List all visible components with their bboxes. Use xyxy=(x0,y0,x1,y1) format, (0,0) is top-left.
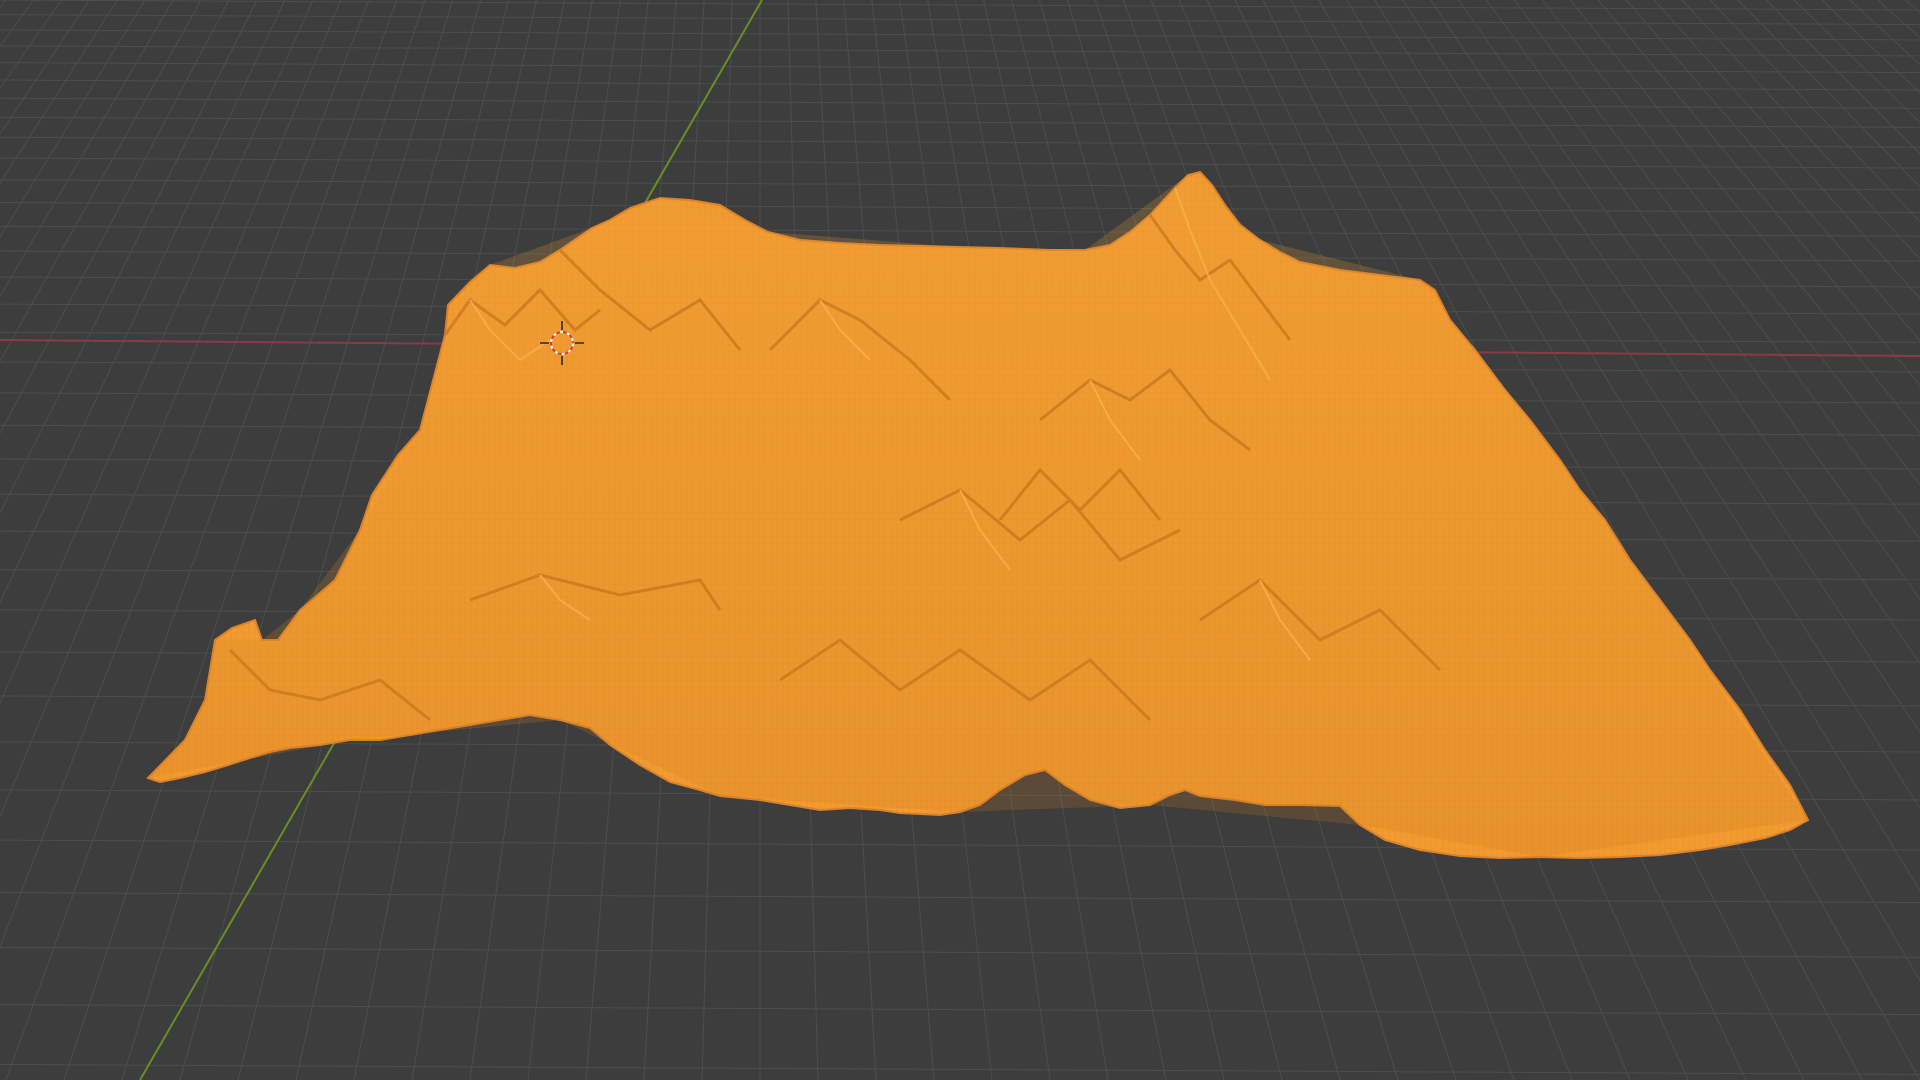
grid-line xyxy=(0,79,1920,91)
viewport-canvas[interactable] xyxy=(0,0,1920,1080)
grid-line xyxy=(0,1004,1920,1016)
grid-line xyxy=(0,136,1920,148)
terrain-shading xyxy=(148,175,1808,857)
grid-line xyxy=(0,0,1920,11)
grid-line xyxy=(0,157,1920,169)
grid-line xyxy=(0,179,1920,191)
grid-line xyxy=(0,62,1920,74)
grid-line xyxy=(0,97,1920,109)
grid-line xyxy=(0,1063,1920,1075)
grid-line xyxy=(0,225,1920,237)
grid-line xyxy=(0,946,1920,958)
3d-viewport[interactable] xyxy=(0,0,1920,1080)
grid-line xyxy=(0,892,1920,904)
grid-line xyxy=(0,29,1920,41)
grid-line xyxy=(0,45,1920,57)
terrain-mesh[interactable] xyxy=(146,170,1810,860)
